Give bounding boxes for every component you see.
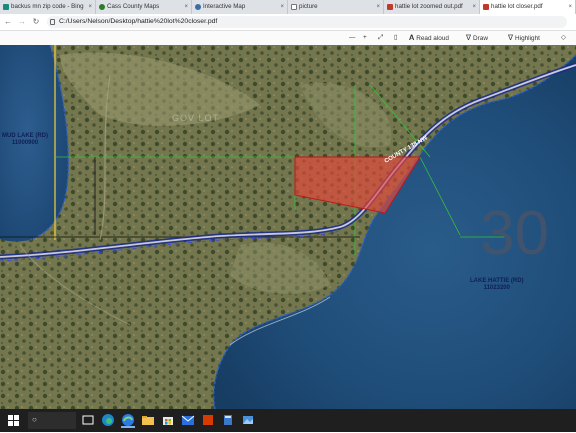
refresh-icon[interactable]: ↻ bbox=[31, 16, 41, 27]
lake-hattie-name: LAKE HATTIE (RD) bbox=[470, 278, 524, 284]
task-view-icon[interactable] bbox=[80, 412, 96, 428]
eraser-icon[interactable]: ◇ bbox=[561, 31, 566, 45]
tab-strip: backus mn zip code - Bing × Cass County … bbox=[0, 0, 576, 14]
mail-icon[interactable] bbox=[180, 412, 196, 428]
back-icon[interactable]: ← bbox=[3, 16, 13, 27]
highlighter-icon: ∇ bbox=[508, 33, 514, 42]
search-icon: ○ bbox=[32, 415, 37, 424]
taskbar-search[interactable]: ○ bbox=[28, 412, 76, 429]
document-icon bbox=[291, 4, 297, 10]
draw-label: Draw bbox=[473, 35, 488, 42]
forward-icon[interactable]: → bbox=[17, 16, 27, 27]
page-view-icon[interactable]: ▯ bbox=[394, 31, 398, 45]
url-text: C:/Users/Nelson/Desktop/hattie%20lot%20c… bbox=[59, 18, 218, 25]
zoom-out-button[interactable]: — bbox=[349, 31, 355, 45]
leaf-icon bbox=[99, 4, 105, 10]
pdf-toolbar: — + ⤢ ▯ 𝐀 Read aloud ∇ Draw ∇ Highlight ◇ bbox=[0, 31, 576, 46]
close-icon[interactable]: × bbox=[376, 0, 380, 14]
tab-hattie-zoomed-out[interactable]: hattie lot zoomed out.pdf × bbox=[384, 0, 480, 14]
lake-hattie-id: 11023200 bbox=[483, 285, 510, 291]
tab-bing-search[interactable]: backus mn zip code - Bing × bbox=[0, 0, 96, 14]
address-bar: ← → ↻ C:/Users/Nelson/Desktop/hattie%20l… bbox=[0, 14, 576, 31]
pdf-icon bbox=[483, 4, 489, 10]
store-icon[interactable] bbox=[160, 412, 176, 428]
close-icon[interactable]: × bbox=[472, 0, 476, 14]
mud-lake-id: 11000900 bbox=[11, 140, 39, 146]
close-icon[interactable]: × bbox=[568, 0, 572, 14]
section-number: 30 bbox=[480, 199, 549, 268]
close-icon[interactable]: × bbox=[280, 0, 284, 14]
calculator-icon[interactable] bbox=[220, 412, 236, 428]
lake-hattie-label: LAKE HATTIE (RD) 11023200 bbox=[470, 278, 524, 292]
tab-title: picture bbox=[299, 3, 318, 10]
active-indicator bbox=[121, 426, 135, 428]
bing-icon bbox=[3, 4, 9, 10]
highlight-label: Highlight bbox=[515, 35, 540, 42]
url-field[interactable]: C:/Users/Nelson/Desktop/hattie%20lot%20c… bbox=[47, 16, 567, 28]
read-aloud-button[interactable]: 𝐀 Read aloud bbox=[409, 31, 449, 45]
tab-title: backus mn zip code - Bing bbox=[11, 3, 84, 10]
pdf-icon bbox=[387, 4, 393, 10]
close-icon[interactable]: × bbox=[88, 0, 92, 14]
windows-taskbar: ○ bbox=[0, 409, 576, 432]
pen-icon: ∇ bbox=[466, 33, 472, 42]
office-icon[interactable] bbox=[200, 412, 216, 428]
mud-lake-label: MUD LAKE (RD) 11000900 bbox=[2, 133, 48, 147]
globe-icon bbox=[195, 4, 201, 10]
highlight-button[interactable]: ∇ Highlight bbox=[508, 31, 540, 45]
tab-hattie-closer[interactable]: hattie lot closer.pdf × bbox=[480, 0, 576, 14]
file-explorer-icon[interactable] bbox=[140, 412, 156, 428]
tab-title: hattie lot closer.pdf bbox=[491, 3, 543, 10]
read-aloud-label: Read aloud bbox=[416, 35, 449, 42]
tab-picture[interactable]: picture × bbox=[288, 0, 384, 14]
tab-interactive-map[interactable]: Interactive Map × bbox=[192, 0, 288, 14]
photos-icon[interactable] bbox=[240, 412, 256, 428]
draw-button[interactable]: ∇ Draw bbox=[466, 31, 488, 45]
zoom-in-button[interactable]: + bbox=[363, 31, 367, 45]
close-icon[interactable]: × bbox=[184, 0, 188, 14]
tab-title: hattie lot zoomed out.pdf bbox=[395, 3, 463, 10]
tab-title: Cass County Maps bbox=[107, 3, 160, 10]
windows-start-icon[interactable] bbox=[6, 412, 22, 428]
edge-browser-icon[interactable] bbox=[120, 412, 136, 428]
mud-lake-name: MUD LAKE (RD) bbox=[2, 133, 48, 139]
tab-title: Interactive Map bbox=[203, 3, 246, 10]
gov-lot-label: GOV LOT bbox=[172, 113, 220, 123]
pdf-viewport[interactable]: GOV LOT MUD LAKE (RD) 11000900 LAKE HATT… bbox=[0, 45, 576, 409]
edge-icon[interactable] bbox=[100, 412, 116, 428]
speaker-icon: 𝐀 bbox=[409, 33, 415, 42]
file-icon bbox=[50, 19, 55, 25]
fit-page-icon[interactable]: ⤢ bbox=[378, 31, 383, 45]
tab-cass-county-maps[interactable]: Cass County Maps × bbox=[96, 0, 192, 14]
